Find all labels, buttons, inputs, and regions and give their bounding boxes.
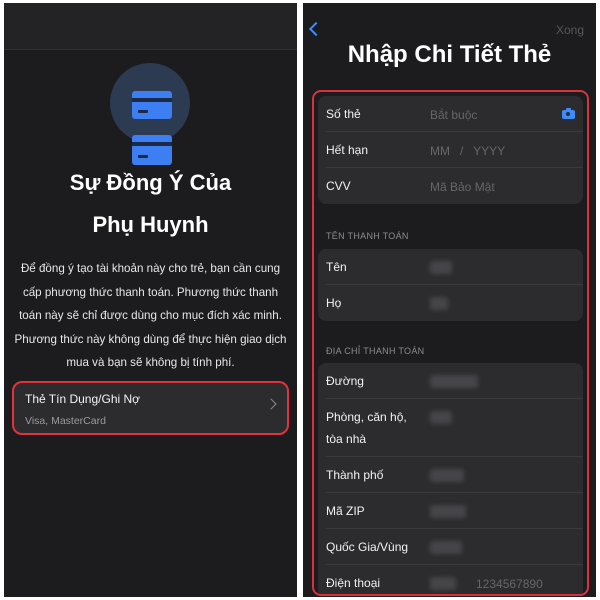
card-info-group: Số thẻ Bắt buộc Hết hạn MM / YYYY CVV Mã…	[318, 96, 583, 204]
phone-label: Điện thoại	[326, 576, 381, 590]
city-value-redacted[interactable]	[430, 469, 464, 482]
expiry-input[interactable]: MM / YYYY	[430, 144, 505, 158]
first-name-label: Tên	[326, 260, 347, 274]
card-number-row[interactable]: Số thẻ Bắt buộc	[318, 96, 583, 132]
apartment-row[interactable]: Phòng, căn hộ, tòa nhà	[318, 399, 583, 457]
city-label: Thành phố	[326, 468, 384, 482]
first-name-row[interactable]: Tên	[318, 249, 583, 285]
expiry-label: Hết hạn	[326, 143, 369, 157]
street-row[interactable]: Đường	[318, 363, 583, 399]
payment-option-subtitle: Visa, MasterCard	[25, 415, 106, 427]
zip-label: Mã ZIP	[326, 504, 365, 518]
country-value-redacted[interactable]	[430, 541, 462, 554]
parental-consent-screen: Sự Đồng Ý Của Phụ Huynh Để đồng ý tạo tà…	[4, 3, 297, 597]
done-button[interactable]: Xong	[556, 23, 584, 37]
country-row[interactable]: Quốc Gia/Vùng	[318, 529, 583, 565]
credit-debit-card-option[interactable]: Thẻ Tín Dụng/Ghi Nợ Visa, MasterCard	[12, 381, 289, 435]
city-row[interactable]: Thành phố	[318, 457, 583, 493]
cvv-label: CVV	[326, 179, 351, 193]
zip-row[interactable]: Mã ZIP	[318, 493, 583, 529]
credit-card-icon	[132, 135, 172, 165]
billing-name-header: TÊN THANH TOÁN	[326, 231, 409, 241]
card-details-screen: Xong Nhập Chi Tiết Thẻ Số thẻ Bắt buộc H…	[303, 3, 596, 597]
consent-description: Để đồng ý tạo tài khoản này cho trẻ, bạn…	[14, 262, 287, 369]
card-number-input[interactable]: Bắt buộc	[430, 108, 477, 122]
street-label: Đường	[326, 374, 364, 388]
expiry-row[interactable]: Hết hạn MM / YYYY	[318, 132, 583, 168]
card-number-label: Số thẻ	[326, 107, 361, 121]
page-title-line2: Phụ Huynh	[92, 212, 209, 237]
billing-name-group: Tên Họ	[318, 249, 583, 321]
divider	[4, 49, 297, 50]
first-name-value-redacted[interactable]	[430, 261, 452, 274]
country-label: Quốc Gia/Vùng	[326, 540, 409, 554]
street-value-redacted[interactable]	[430, 375, 478, 388]
billing-address-group: Đường Phòng, căn hộ, tòa nhà Thành phố M…	[318, 363, 583, 594]
top-bar	[4, 3, 297, 49]
payment-option-title: Thẻ Tín Dụng/Ghi Nợ	[25, 392, 141, 406]
chevron-right-icon	[265, 398, 277, 410]
billing-address-header: ĐỊA CHỈ THANH TOÁN	[326, 346, 425, 356]
apartment-label: Phòng, căn hộ, tòa nhà	[326, 410, 407, 446]
page-title: Nhập Chi Tiết Thẻ	[347, 41, 552, 68]
last-name-label: Họ	[326, 296, 342, 310]
last-name-row[interactable]: Họ	[318, 285, 583, 321]
cvv-row[interactable]: CVV Mã Bảo Mật	[318, 168, 583, 204]
back-chevron-icon[interactable]	[308, 21, 324, 37]
camera-icon[interactable]	[562, 108, 575, 119]
last-name-value-redacted[interactable]	[430, 297, 448, 310]
zip-value-redacted[interactable]	[430, 505, 466, 518]
card-form: Số thẻ Bắt buộc Hết hạn MM / YYYY CVV Mã…	[312, 90, 589, 596]
page-title-line1: Sự Đồng Ý Của	[69, 170, 232, 195]
credit-card-icon	[132, 91, 172, 119]
cvv-input[interactable]: Mã Bảo Mật	[430, 180, 495, 194]
phone-row[interactable]: Điện thoại 1234567890	[318, 565, 583, 594]
phone-input[interactable]: 1234567890	[476, 577, 543, 591]
apartment-value-redacted[interactable]	[430, 411, 452, 424]
phone-code-redacted[interactable]	[430, 577, 456, 590]
